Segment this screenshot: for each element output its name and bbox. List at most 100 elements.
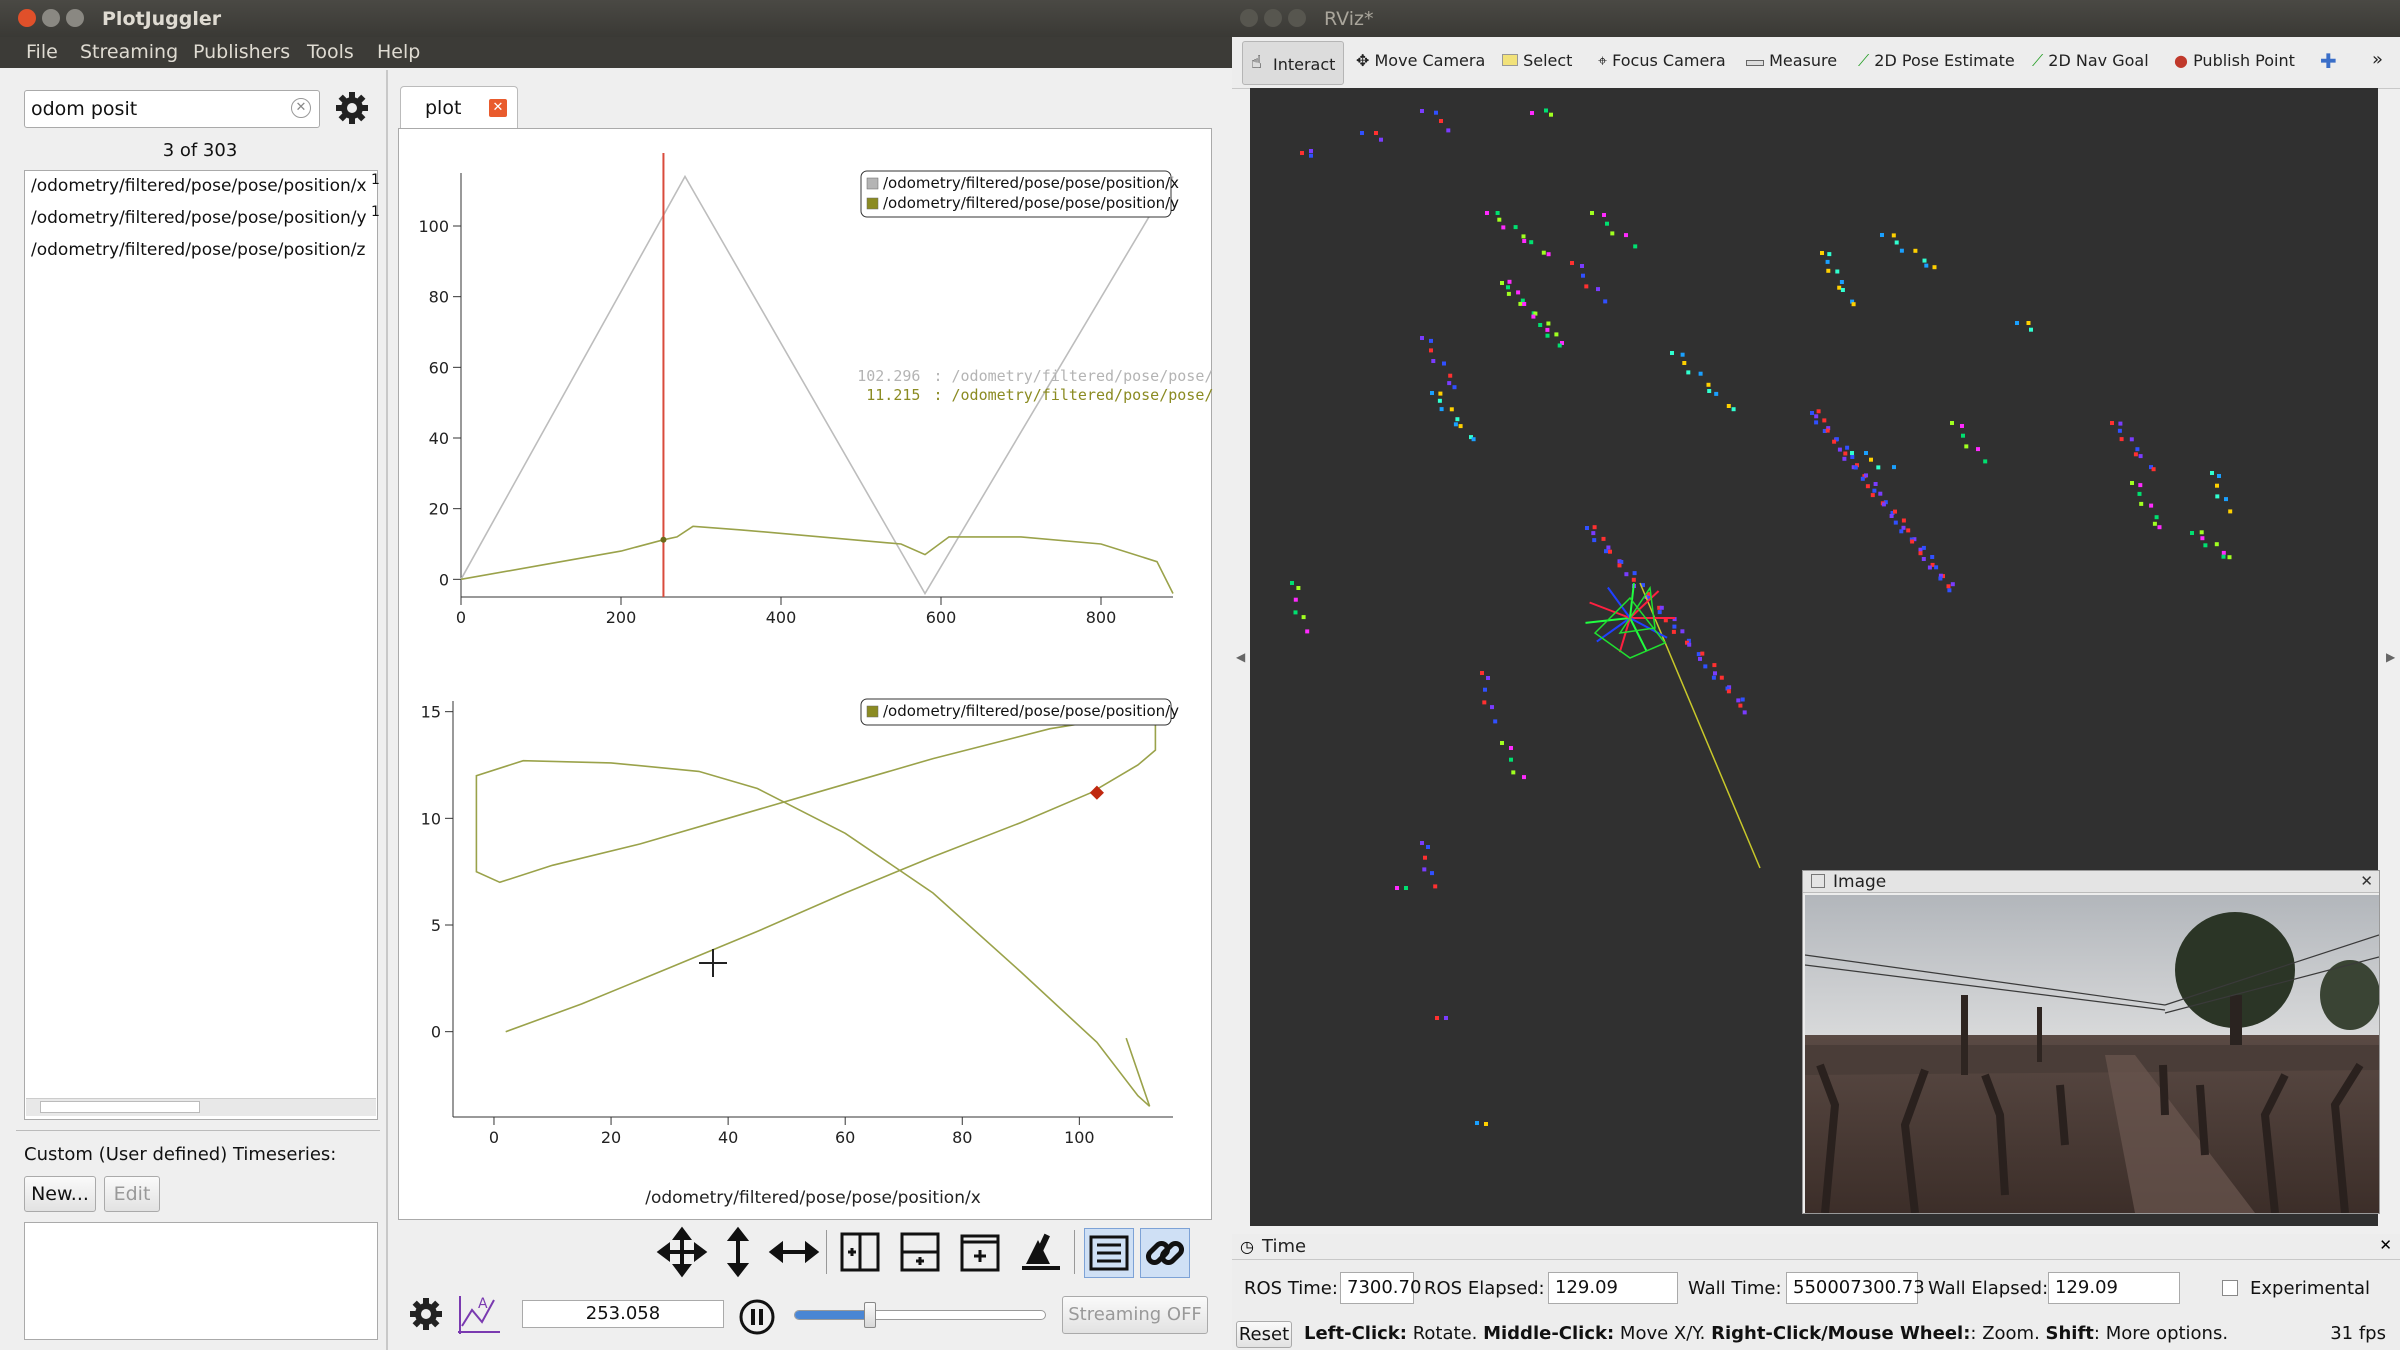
measure-tool[interactable]: Measure <box>1746 51 1837 70</box>
reset-button[interactable]: Reset <box>1236 1321 1292 1348</box>
legend-label: /odometry/filtered/pose/pose/position/y <box>883 702 1179 720</box>
link-toggle-button[interactable] <box>1140 1228 1190 1278</box>
plot-area[interactable]: 0 200 400 600 800 0 20 40 60 80 100/odometry/filte… <box>398 128 1304 1221</box>
add-tool-icon[interactable]: ✚ <box>2320 49 2337 73</box>
minimize-window-button[interactable] <box>42 9 60 27</box>
green-arrow-icon: ⟋ <box>2032 51 2044 70</box>
legend[interactable]: /odometry/filtered/pose/pose/position/y <box>860 698 1179 726</box>
scrollbar-handle[interactable] <box>40 1101 200 1113</box>
collapse-left-icon[interactable]: ◀ <box>1236 650 1245 664</box>
experimental-checkbox[interactable] <box>2222 1280 2238 1296</box>
menu-help[interactable]: Help <box>377 41 420 63</box>
ros-elapsed-field[interactable]: 129.09 <box>1548 1272 1678 1304</box>
tool-label: Move Camera <box>1374 51 1486 70</box>
point <box>2135 447 2140 452</box>
wall-elapsed-field[interactable]: 129.09 <box>2048 1272 2180 1304</box>
zoom-vertical-icon[interactable] <box>712 1226 764 1278</box>
streaming-toggle-button[interactable]: Streaming OFF <box>1062 1296 1208 1334</box>
image-panel[interactable]: Image ✕ <box>1802 870 2380 1214</box>
wall-time-field[interactable]: 550007300.73 <box>1786 1272 1925 1304</box>
list-item[interactable]: /odometry/filtered/pose/pose/position/x 1 <box>31 172 380 196</box>
publish-point-tool[interactable]: ● Publish Point <box>2174 51 2295 70</box>
point <box>1893 520 1898 525</box>
timeseries-list[interactable]: /odometry/filtered/pose/pose/position/x 1… <box>24 170 380 1120</box>
time-slider[interactable] <box>794 1310 1046 1320</box>
tool-label: Measure <box>1769 51 1838 70</box>
plot-bottom[interactable]: 0 20 40 60 80 100 0 5 10 15/odometry/filtered/pos… <box>421 698 1180 1208</box>
edit-custom-button[interactable]: Edit <box>104 1176 160 1212</box>
minimize-window-button[interactable] <box>1264 9 1282 27</box>
split-horizontal-icon[interactable] <box>834 1226 886 1278</box>
point <box>1713 671 1717 676</box>
clear-plot-icon[interactable] <box>1014 1226 1066 1278</box>
point <box>1726 689 1731 694</box>
point <box>2139 501 2144 506</box>
menu-tools[interactable]: Tools <box>307 41 354 63</box>
settings-gear-icon[interactable] <box>334 90 370 126</box>
menu-publishers[interactable]: Publishers <box>193 41 290 63</box>
close-panel-icon[interactable]: ✕ <box>2360 872 2373 890</box>
time-panel-title: Time <box>1262 1236 1307 1257</box>
point <box>1516 290 1521 295</box>
split-vertical-icon[interactable] <box>894 1226 946 1278</box>
point <box>1485 211 1489 215</box>
close-window-button[interactable] <box>1240 9 1258 27</box>
search-input[interactable]: odom posit ✕ <box>24 90 320 128</box>
toolbar-overflow-icon[interactable]: » <box>2372 49 2383 70</box>
add-plot-icon[interactable] <box>954 1226 1006 1278</box>
menu-file[interactable]: File <box>26 41 58 63</box>
pause-icon[interactable] <box>738 1298 776 1336</box>
point <box>1901 518 1906 523</box>
time-offset-icon[interactable]: A <box>454 1292 502 1338</box>
nav-goal-tool[interactable]: ⟋ 2D Nav Goal <box>2032 51 2149 71</box>
focus-camera-tool[interactable]: ⌖ Focus Camera <box>1598 51 1726 71</box>
custom-timeseries-list[interactable] <box>24 1222 378 1340</box>
point <box>1814 414 1819 419</box>
x-tick-label: 100 <box>1064 1128 1095 1147</box>
point <box>1501 225 1506 230</box>
point <box>1712 663 1717 668</box>
pan-move-icon[interactable] <box>656 1226 708 1278</box>
close-panel-icon[interactable]: ✕ <box>2379 1236 2392 1254</box>
horizontal-scrollbar[interactable] <box>26 1098 376 1116</box>
tool-label: Focus Camera <box>1612 51 1726 70</box>
ros-time-field[interactable]: 7300.70 <box>1340 1272 1421 1304</box>
pointcloud-streak <box>1435 1016 1448 1020</box>
time-value-field[interactable]: 253.058 <box>522 1300 724 1328</box>
clear-search-icon[interactable]: ✕ <box>291 98 311 118</box>
legend[interactable]: /odometry/filtered/pose/pose/position/x /… <box>860 170 1179 218</box>
legend-toggle-button[interactable] <box>1084 1228 1134 1278</box>
new-custom-button[interactable]: New... <box>24 1176 96 1212</box>
move-camera-tool[interactable]: ✥ Move Camera <box>1356 51 1485 70</box>
close-window-button[interactable] <box>18 9 36 27</box>
point <box>1511 770 1516 775</box>
interact-tool-button[interactable]: ☝ Interact <box>1242 41 1344 85</box>
menu-streaming[interactable]: Streaming <box>80 41 178 63</box>
list-item[interactable]: /odometry/filtered/pose/pose/position/z <box>31 240 365 260</box>
y-tick-label: 20 <box>429 500 449 519</box>
point <box>1878 491 1883 496</box>
tab-plot[interactable]: plot ✕ <box>400 86 518 130</box>
pointcloud-streak <box>2015 321 2033 332</box>
point <box>1671 629 1676 634</box>
point <box>1696 652 1701 657</box>
rviz-3d-view[interactable]: Image ✕ <box>1250 88 2380 1226</box>
collapse-right-icon[interactable]: ▶ <box>2386 650 2395 664</box>
close-tab-icon[interactable]: ✕ <box>489 99 507 117</box>
point <box>1493 719 1498 724</box>
x-tick-label: 400 <box>766 608 797 627</box>
maximize-window-button[interactable] <box>66 9 84 27</box>
pose-estimate-tool[interactable]: ⟋ 2D Pose Estimate <box>1858 51 2015 71</box>
select-tool[interactable]: Select <box>1502 51 1572 70</box>
settings-gear-icon[interactable] <box>408 1296 444 1332</box>
maximize-window-button[interactable] <box>1288 9 1306 27</box>
list-item[interactable]: /odometry/filtered/pose/pose/position/y 1 <box>31 204 380 228</box>
tool-label: Interact <box>1273 55 1336 74</box>
time-slider-handle[interactable] <box>863 1302 876 1328</box>
plot-top[interactable]: 0 200 400 600 800 0 20 40 60 80 100/odometry/filte… <box>418 153 1304 627</box>
list-item-label: /odometry/filtered/pose/pose/position/z <box>31 240 366 260</box>
splitter[interactable] <box>386 70 388 1350</box>
plots-canvas[interactable]: 0 200 400 600 800020406080100/odometry/filte… <box>399 129 1304 1221</box>
zoom-horizontal-icon[interactable] <box>768 1226 820 1278</box>
x-axis-label: /odometry/filtered/pose/pose/position/x <box>645 1188 981 1208</box>
